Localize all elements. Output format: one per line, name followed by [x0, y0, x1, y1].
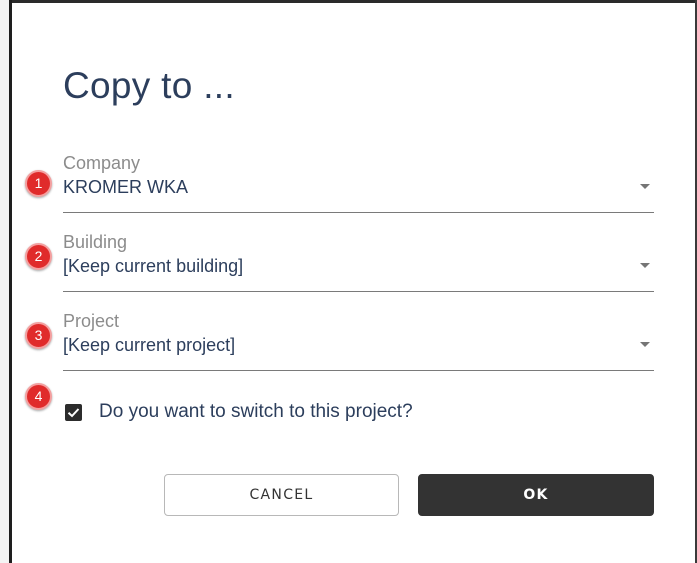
- background-window-edge: [0, 0, 12, 563]
- project-value[interactable]: [Keep current project]: [63, 335, 235, 356]
- ok-button[interactable]: OK: [418, 474, 654, 516]
- company-value[interactable]: KROMER WKA: [63, 177, 188, 198]
- building-underline: [63, 291, 654, 292]
- chevron-down-icon[interactable]: [640, 184, 650, 189]
- screenshot-frame: Copy to ... Company KROMER WKA Building …: [0, 0, 697, 563]
- switch-project-option[interactable]: Do you want to switch to this project?: [63, 399, 543, 425]
- building-select[interactable]: Building [Keep current building]: [63, 232, 654, 292]
- building-value[interactable]: [Keep current building]: [63, 256, 243, 277]
- project-select[interactable]: Project [Keep current project]: [63, 311, 654, 371]
- checkmark-icon: [67, 408, 80, 418]
- annotation-marker-3: 3: [25, 322, 52, 349]
- annotation-marker-1: 1: [25, 170, 52, 197]
- cancel-button[interactable]: CANCEL: [164, 474, 399, 516]
- chevron-down-icon[interactable]: [640, 342, 650, 347]
- annotation-marker-4: 4: [25, 383, 52, 410]
- copy-to-dialog: Copy to ... Company KROMER WKA Building …: [12, 3, 695, 563]
- project-underline: [63, 370, 654, 371]
- company-select[interactable]: Company KROMER WKA: [63, 153, 654, 213]
- building-label: Building: [63, 232, 128, 252]
- annotation-marker-2: 2: [25, 243, 52, 270]
- dialog-title: Copy to ...: [63, 65, 235, 106]
- project-label: Project: [63, 311, 120, 331]
- switch-project-checkbox[interactable]: [65, 404, 82, 421]
- company-label: Company: [63, 153, 141, 173]
- switch-project-label[interactable]: Do you want to switch to this project?: [99, 401, 413, 423]
- company-underline: [63, 212, 654, 213]
- chevron-down-icon[interactable]: [640, 263, 650, 268]
